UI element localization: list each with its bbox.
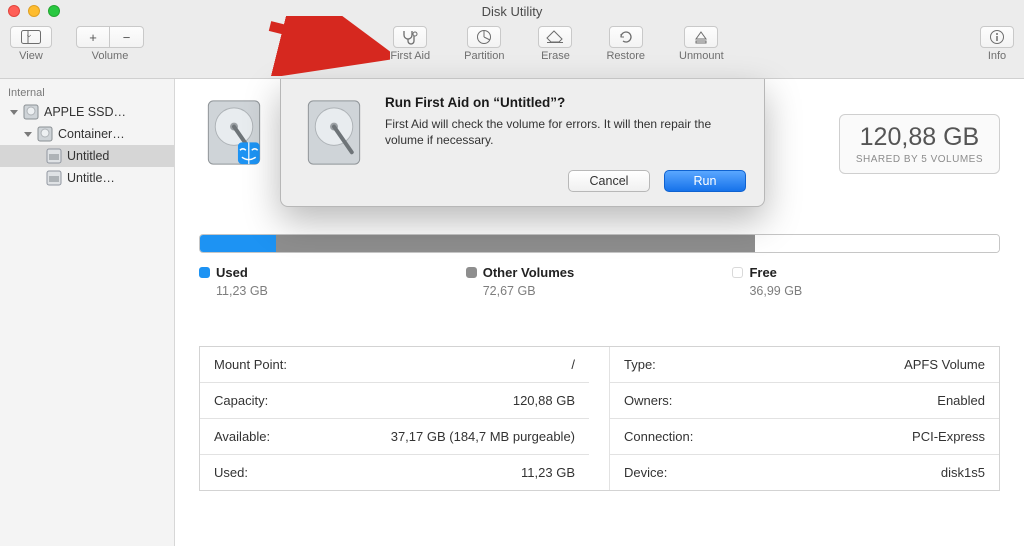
info-device-value: disk1s5 [941,465,985,480]
capacity-value: 120,88 GB [856,123,983,152]
firstaid-dialog: Run First Aid on “Untitled”? First Aid w… [280,79,765,207]
info-connection-value: PCI-Express [912,429,985,444]
info-capacity-value: 120,88 GB [513,393,575,408]
legend-free-value: 36,99 GB [749,284,999,298]
container-icon [37,126,53,142]
sidebar-section-internal: Internal [0,83,174,101]
usage-legend: Used 11,23 GB Other Volumes 72,67 GB Fre… [199,265,1000,298]
chevron-down-icon [10,108,18,116]
legend-other-label: Other Volumes [483,265,575,280]
info-available-value: 37,17 GB (184,7 MB purgeable) [391,429,575,444]
sidebar-item-container[interactable]: Container… [0,123,174,145]
partition-label: Partition [464,50,504,62]
firstaid-label: First Aid [390,50,430,62]
usage-segment-free [755,235,999,252]
eject-icon [694,30,708,44]
info-button[interactable] [980,26,1014,48]
capacity-subtitle: SHARED BY 5 VOLUMES [856,154,983,165]
piechart-icon [476,29,492,45]
info-type-value: APFS Volume [904,357,985,372]
restore-label: Restore [606,50,645,62]
dialog-message: First Aid will check the volume for erro… [385,116,746,148]
restore-button[interactable] [609,26,643,48]
view-group: View [10,26,52,62]
legend-used-value: 11,23 GB [216,284,466,298]
info-available-label: Available: [214,429,270,444]
sidebar-item-volume-untitled-1[interactable]: Untitle… [0,167,174,189]
plus-icon: + [89,30,97,45]
info-label: Info [988,50,1006,62]
info-mount-value: / [571,357,575,372]
swatch-other [466,267,477,278]
stethoscope-icon [400,29,420,45]
info-type-label: Type: [624,357,656,372]
info-owners-label: Owners: [624,393,672,408]
sidebar: Internal APPLE SSD… Container… Untitled … [0,79,175,546]
legend-free-label: Free [749,265,776,280]
sidebar-icon [21,30,41,44]
erase-label: Erase [541,50,570,62]
volume-label: Volume [92,50,129,62]
view-button[interactable] [10,26,52,48]
erase-button[interactable] [538,26,572,48]
info-used-label: Used: [214,465,248,480]
disk-icon [23,104,39,120]
remove-volume-button[interactable]: − [110,26,144,48]
run-button[interactable]: Run [664,170,746,192]
sidebar-item-label: Container… [58,127,125,141]
legend-other-value: 72,67 GB [483,284,733,298]
toolbar: View + − Volume First Aid Partition Eras… [0,22,1024,79]
dialog-disk-icon [299,95,369,170]
volume-group: + − Volume [76,26,144,62]
sidebar-item-volume-untitled[interactable]: Untitled [0,145,174,167]
view-label: View [19,50,43,62]
unmount-button[interactable] [684,26,718,48]
info-device-label: Device: [624,465,667,480]
partition-button[interactable] [467,26,501,48]
sidebar-item-label: Untitled [67,149,109,163]
restore-icon [618,29,634,45]
titlebar: Disk Utility [0,0,1024,22]
window-title: Disk Utility [0,4,1024,19]
erase-icon [546,30,564,44]
info-connection-label: Connection: [624,429,693,444]
capacity-box: 120,88 GB SHARED BY 5 VOLUMES [839,114,1000,174]
info-icon [989,29,1005,45]
sidebar-item-apple-ssd[interactable]: APPLE SSD… [0,101,174,123]
add-volume-button[interactable]: + [76,26,110,48]
usage-segment-used [200,235,276,252]
unmount-label: Unmount [679,50,724,62]
sidebar-item-label: APPLE SSD… [44,105,126,119]
firstaid-button[interactable] [393,26,427,48]
usage-bar [199,234,1000,253]
volume-hero-icon [199,95,269,170]
info-table: Mount Point: / Capacity: 120,88 GB Availab… [199,346,1000,491]
usage-segment-other [276,235,755,252]
dialog-title: Run First Aid on “Untitled”? [385,95,746,110]
info-used-value: 11,23 GB [521,465,575,480]
info-capacity-label: Capacity: [214,393,268,408]
legend-used-label: Used [216,265,248,280]
chevron-down-icon [24,130,32,138]
volume-icon [46,148,62,164]
swatch-free [732,267,743,278]
cancel-button[interactable]: Cancel [568,170,650,192]
info-owners-value: Enabled [937,393,985,408]
annotation-arrow [265,16,390,76]
sidebar-item-label: Untitle… [67,171,115,185]
info-mount-label: Mount Point: [214,357,287,372]
swatch-used [199,267,210,278]
minus-icon: − [123,30,131,45]
volume-icon [46,170,62,186]
